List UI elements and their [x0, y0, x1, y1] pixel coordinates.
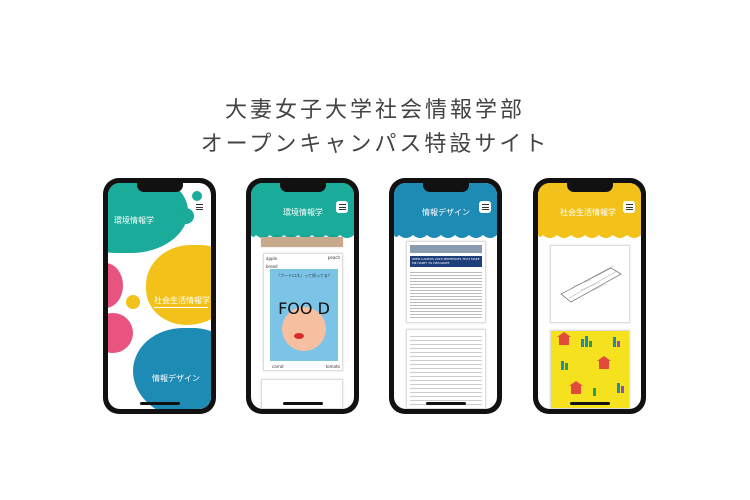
menu-button[interactable] — [623, 201, 635, 213]
doc-body — [410, 270, 482, 319]
poster-question: 「フードロス」って知ってる？ — [276, 273, 332, 278]
pattern-card[interactable] — [550, 330, 630, 409]
notch — [136, 183, 183, 192]
yellow-drop — [126, 295, 140, 309]
header-wave — [538, 233, 641, 238]
doc-body — [410, 333, 482, 405]
home-indicator — [569, 402, 610, 405]
poster: 「フードロス」って知ってる？ FOO D — [270, 269, 338, 361]
menu-icon — [338, 204, 346, 205]
menu-button[interactable] — [193, 201, 205, 213]
notch — [566, 183, 613, 192]
teal-drop — [178, 208, 194, 224]
word-tomato: tomato — [325, 364, 340, 369]
menu-icon — [625, 204, 633, 205]
menu-icon — [195, 204, 203, 205]
design-screen: 情報デザイン OPEN CAMPUS 2023 SENTENCES THAT M… — [394, 183, 497, 409]
page-subtitle: オープンキャンパス特設サイト — [200, 132, 550, 157]
phone-life: 社会生活情報学 — [533, 178, 646, 414]
word-peach: peach — [327, 255, 340, 260]
home-link-design[interactable]: 情報デザイン — [152, 373, 200, 384]
poster-title: FOO D — [278, 299, 330, 318]
pattern-image — [557, 332, 624, 396]
sketch-card[interactable] — [550, 245, 630, 323]
doc-title: OPEN CAMPUS 2023 SENTENCES THAT MAKE ME … — [410, 256, 482, 268]
doc-card[interactable]: OPEN CAMPUS 2023 SENTENCES THAT MAKE ME … — [406, 241, 486, 323]
doc-card-2[interactable] — [406, 329, 486, 409]
food-card[interactable]: apple peach bread 「フードロス」って知ってる？ FOO D c… — [263, 253, 343, 371]
home-indicator — [425, 402, 466, 405]
phone-design: 情報デザイン OPEN CAMPUS 2023 SENTENCES THAT M… — [389, 178, 502, 414]
phone-home: 環境情報学 社会生活情報学 情報デザイン — [103, 178, 216, 414]
home-indicator — [282, 402, 323, 405]
doc-photo — [410, 245, 482, 253]
env-screen: 環境情報学 apple peach bread 「フードロス」って知ってる？ F… — [251, 183, 354, 409]
page-title: 大妻女子大学社会情報学部 — [224, 98, 525, 123]
home-link-life[interactable]: 社会生活情報学 — [154, 295, 210, 306]
home-screen: 環境情報学 社会生活情報学 情報デザイン — [108, 183, 211, 409]
yellow-splash — [146, 245, 211, 325]
menu-icon — [481, 204, 489, 205]
header-wave — [394, 233, 497, 238]
phone-env: 環境情報学 apple peach bread 「フードロス」って知ってる？ F… — [246, 178, 359, 414]
photo-card[interactable] — [261, 237, 343, 247]
teal-drop — [192, 191, 202, 201]
notch — [279, 183, 326, 192]
word-carrot: carrot — [272, 364, 284, 369]
mouth — [294, 333, 304, 339]
blue-splash — [133, 328, 211, 409]
life-screen: 社会生活情報学 — [538, 183, 641, 409]
pink-splash — [108, 313, 133, 353]
pink-splash — [108, 263, 123, 308]
menu-button[interactable] — [336, 201, 348, 213]
divider — [154, 307, 208, 308]
home-indicator — [139, 402, 180, 405]
sketch-image — [560, 265, 622, 303]
menu-button[interactable] — [479, 201, 491, 213]
word-apple: apple — [266, 256, 278, 261]
notch — [422, 183, 469, 192]
home-link-env[interactable]: 環境情報学 — [114, 215, 154, 226]
